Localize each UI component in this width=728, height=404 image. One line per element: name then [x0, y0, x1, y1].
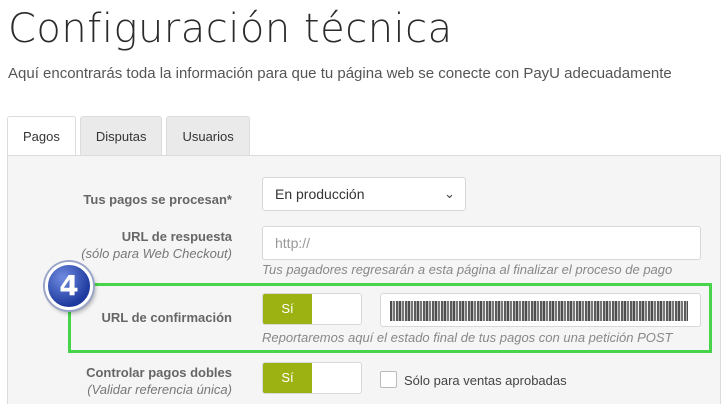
page-subtitle: Aquí encontrarás toda la información par… [8, 65, 672, 82]
response-url-input[interactable]: http:// [262, 226, 701, 260]
approved-only-label: Sólo para ventas aprobadas [404, 373, 567, 388]
process-label: Tus pagos se procesan* [83, 192, 232, 207]
double-payments-toggle-on: Sí [263, 363, 312, 393]
confirmation-url-help: Reportaremos aquí el estado final de tus… [262, 330, 673, 345]
response-url-help: Tus pagadores regresarán a esta página a… [262, 262, 673, 277]
double-payments-sublabel: (Validar referencia única) [87, 382, 232, 397]
response-url-sublabel: (sólo para Web Checkout) [81, 246, 232, 261]
chevron-down-icon: ⌄ [444, 186, 455, 201]
tab-usuarios[interactable]: Usuarios [166, 116, 250, 156]
confirmation-toggle[interactable]: Sí [262, 293, 362, 325]
double-payments-toggle[interactable]: Sí [262, 362, 362, 394]
confirmation-url-label: URL de confirmación [101, 310, 232, 325]
double-payments-label: Controlar pagos dobles (Validar referenc… [0, 364, 232, 398]
process-select-value: En producción [275, 186, 365, 202]
response-url-label: URL de respuesta (sólo para Web Checkout… [0, 228, 232, 262]
redacted-url-value [390, 301, 688, 321]
tab-disputas[interactable]: Disputas [79, 116, 163, 156]
tab-bar: Pagos Disputas Usuarios [7, 116, 254, 157]
process-select[interactable]: En producción ⌄ [262, 177, 466, 211]
step-number-badge: 4 [45, 262, 93, 310]
confirmation-toggle-on: Sí [263, 294, 312, 324]
response-url-label-text: URL de respuesta [121, 229, 232, 244]
approved-only-checkbox[interactable] [380, 371, 397, 388]
tab-pagos[interactable]: Pagos [7, 116, 76, 157]
page-title: Configuración técnica [8, 6, 453, 52]
double-payments-label-text: Controlar pagos dobles [86, 365, 232, 380]
